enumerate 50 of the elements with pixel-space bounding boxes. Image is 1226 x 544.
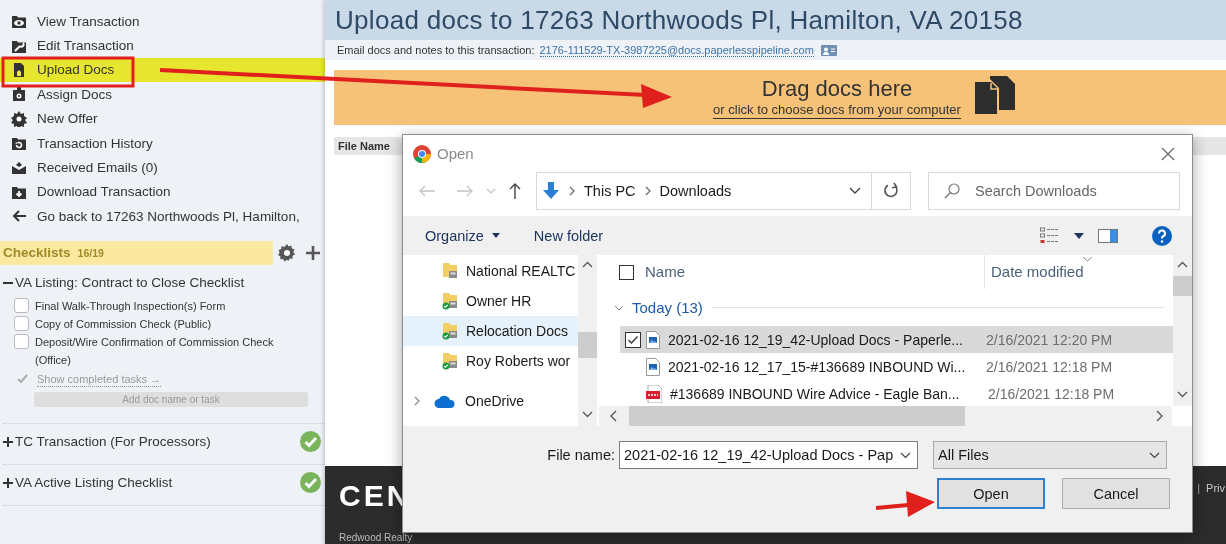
menu-item[interactable]: Go back to 17263 Northwoods Pl, Hamilton, bbox=[0, 204, 325, 229]
nav-item[interactable]: Roy Roberts wor bbox=[403, 346, 578, 376]
menu-item[interactable]: Assign Docs bbox=[0, 82, 325, 107]
drop-zone-title: Drag docs here bbox=[761, 76, 913, 102]
choose-docs-link[interactable]: or click to choose docs from your computer bbox=[713, 102, 961, 119]
address-bar[interactable]: This PC Downloads bbox=[536, 171, 872, 210]
search-field[interactable]: Search Downloads bbox=[928, 171, 1180, 210]
file-type-dropdown[interactable]: All Files bbox=[933, 441, 1167, 469]
email-label: Email docs and notes to this transaction: bbox=[337, 44, 535, 56]
tagline: Redwood Realty bbox=[339, 532, 414, 543]
nav-item[interactable]: Relocation Docs bbox=[403, 316, 578, 346]
menu-item[interactable]: Received Emails (0) bbox=[0, 155, 325, 180]
nav-item[interactable]: OneDrive bbox=[403, 386, 578, 416]
menu-item[interactable]: Edit Transaction bbox=[0, 33, 325, 58]
checklists-title: Checklists bbox=[3, 245, 71, 260]
add-task-field[interactable]: Add doc name or task bbox=[34, 391, 308, 407]
task-label: Final Walk-Through Inspection(s) Form bbox=[35, 298, 227, 314]
menu-item[interactable]: Transaction History bbox=[0, 130, 325, 156]
menu-item[interactable]: Download Transaction bbox=[0, 179, 325, 205]
drop-zone[interactable]: Drag docs here or click to choose docs from your computer bbox=[334, 70, 1226, 125]
page-title: Upload docs to 17263 Northwoods Pl, Hamilton, VA 20158 bbox=[335, 4, 1023, 36]
file-name-field[interactable]: 2021-02-16 12_19_42-Upload Docs - Pap bbox=[619, 441, 918, 469]
breadcrumb[interactable]: This PC bbox=[584, 182, 636, 199]
column-header: File Name bbox=[338, 140, 390, 152]
email-link[interactable]: 2176-111529-TX-3987225@docs.paperlesspipeline.com bbox=[539, 43, 814, 57]
separator: | bbox=[1197, 482, 1201, 494]
dialog-button[interactable]: Cancel bbox=[1062, 478, 1170, 509]
file-row[interactable]: 2021-02-16 12_17_15-#136689 INBOUND Wi... 2/16/2021 12:18 PM bbox=[620, 353, 1173, 380]
task-label: Deposit/Wire Confirmation of Commission Check (Office) bbox=[35, 334, 275, 368]
new-folder-button[interactable]: New folder bbox=[531, 225, 606, 246]
file-name-label: File name: bbox=[546, 447, 616, 463]
nav-item[interactable]: Owner HR bbox=[403, 286, 578, 316]
column-header[interactable]: Date modified bbox=[984, 255, 1084, 289]
checklist-title[interactable]: TC Transaction (For Processors) bbox=[15, 434, 211, 449]
checklist-title[interactable]: VA Active Listing Checklist bbox=[15, 475, 173, 490]
task-label: Copy of Commission Check (Public) bbox=[35, 316, 213, 332]
organize-button[interactable]: Organize bbox=[423, 225, 502, 246]
file-row[interactable]: #136689 INBOUND Wire Advice - Eagle Ban... 2/16/2021 12:18 PM bbox=[620, 380, 1173, 407]
file-row[interactable]: 2021-02-16 12_19_42-Upload Docs - Paperle... 2/16/2021 12:20 PM bbox=[620, 326, 1173, 353]
column-header[interactable]: Name bbox=[645, 255, 984, 289]
group-header[interactable]: Today (13) bbox=[632, 299, 703, 316]
dialog-button[interactable]: Open bbox=[937, 478, 1045, 509]
nav-item[interactable]: National REALTC bbox=[403, 256, 578, 286]
dialog-title: Open bbox=[437, 145, 474, 162]
menu-item[interactable]: View Transaction bbox=[0, 9, 325, 34]
checklists-count: 16/19 bbox=[77, 246, 104, 259]
menu-item[interactable]: New Offer bbox=[0, 106, 325, 131]
footer-link[interactable]: Priv bbox=[1206, 482, 1225, 494]
checklist-title[interactable]: VA Listing: Contract to Close Checklist bbox=[15, 275, 245, 290]
breadcrumb[interactable]: Downloads bbox=[659, 182, 732, 199]
